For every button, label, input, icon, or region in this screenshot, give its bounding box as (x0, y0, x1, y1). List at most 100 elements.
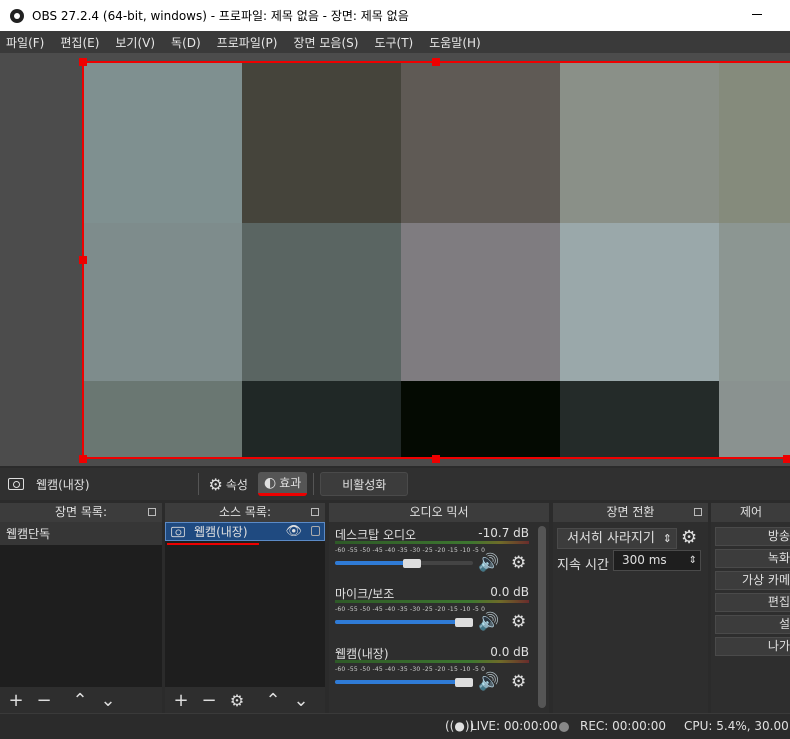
resize-handle[interactable] (79, 58, 87, 66)
scenes-title-text: 장면 목록: (54, 505, 108, 519)
float-dock-icon[interactable] (148, 508, 156, 516)
camera-icon (171, 526, 185, 537)
camera-pixel-block (401, 61, 560, 223)
source-list[interactable]: 웹캠(내장) 👁 (165, 522, 325, 687)
obs-logo-icon (10, 8, 24, 23)
eye-icon[interactable]: 👁 (285, 524, 302, 539)
menu-profile[interactable]: 프로파일(P) (217, 34, 278, 51)
add-source-button[interactable]: + (169, 689, 193, 711)
move-up-button[interactable]: ⌃ (68, 689, 92, 711)
properties-button[interactable]: ⚙ 속성 (203, 472, 254, 496)
camera-pixel-block (719, 223, 790, 381)
float-dock-icon[interactable] (311, 508, 319, 516)
float-dock-icon[interactable] (694, 508, 702, 516)
exit-button[interactable]: 나가 (715, 637, 790, 656)
duration-value: 300 ms (622, 553, 667, 567)
source-toolbar: 웹캠(내장) ⚙ 속성 ◐ 효과 비활성화 (0, 468, 790, 500)
remove-source-button[interactable]: − (197, 689, 221, 711)
mixer-title-text: 오디오 믹서 (409, 505, 469, 519)
add-scene-button[interactable]: + (4, 689, 28, 711)
channel-level: 0.0 dB (490, 645, 529, 659)
resize-handle[interactable] (79, 455, 87, 463)
start-streaming-button[interactable]: 방송 (715, 527, 790, 546)
resize-handle[interactable] (79, 256, 87, 264)
menu-edit[interactable]: 편집(E) (60, 34, 99, 51)
gear-icon[interactable]: ⚙ (511, 553, 526, 573)
resize-handle[interactable] (432, 455, 440, 463)
camera-icon (8, 478, 24, 490)
move-up-button[interactable]: ⌃ (261, 689, 285, 711)
window-title: OBS 27.2.4 (64-bit, windows) - 프로파일: 제목 … (32, 9, 409, 23)
gear-icon[interactable]: ⚙ (511, 672, 526, 692)
camera-pixel-block (560, 381, 719, 459)
duration-label: 지속 시간 (557, 558, 609, 573)
speaker-icon[interactable]: 🔊 (478, 672, 499, 692)
transition-settings-gear-icon[interactable]: ⚙ (681, 527, 697, 548)
mixer-channel-mic: 마이크/보조 0.0 dB -60 -55 -50 -45 -40 -35 -3… (333, 585, 529, 643)
remove-scene-button[interactable]: − (32, 689, 56, 711)
menu-bar: 파일(F) 편집(E) 보기(V) 독(D) 프로파일(P) 장면 모음(S) … (0, 31, 790, 53)
mixer-title: 오디오 믹서 (329, 503, 549, 522)
scenes-footer: + − ⌃ ⌄ (0, 687, 162, 713)
filters-button[interactable]: ◐ 효과 (257, 472, 308, 496)
filters-icon: ◐ (263, 474, 277, 491)
source-properties-gear-icon[interactable]: ⚙ (225, 689, 249, 711)
webcam-image[interactable] (82, 61, 790, 459)
spin-arrows-icon[interactable]: ⇕ (689, 551, 697, 570)
virtual-camera-button[interactable]: 가상 카메 (715, 571, 790, 590)
camera-pixel-block (401, 381, 560, 459)
lock-icon[interactable] (311, 526, 320, 536)
studio-mode-button[interactable]: 편집 (715, 593, 790, 612)
mixer-scrollbar[interactable] (538, 526, 546, 708)
move-down-button[interactable]: ⌄ (96, 689, 120, 711)
deactivate-button[interactable]: 비활성화 (320, 472, 409, 496)
volume-fill (335, 680, 464, 684)
camera-pixel-block (719, 381, 790, 459)
menu-help[interactable]: 도움말(H) (429, 34, 481, 51)
rec-icon (559, 722, 569, 732)
volume-fill (335, 620, 464, 624)
title-bar: OBS 27.2.4 (64-bit, windows) - 프로파일: 제목 … (0, 0, 790, 31)
audio-mixer-dock: 오디오 믹서 데스크탑 오디오 -10.7 dB -60 -55 -50 -45… (329, 503, 549, 713)
camera-pixel-block (560, 223, 719, 381)
speaker-icon[interactable]: 🔊 (478, 612, 499, 632)
meter-scale: -60 -55 -50 -45 -40 -35 -30 -25 -20 -15 … (335, 606, 486, 613)
resize-handle[interactable] (432, 58, 440, 66)
volume-knob[interactable] (455, 678, 473, 687)
volume-knob[interactable] (455, 618, 473, 627)
menu-view[interactable]: 보기(V) (115, 34, 155, 51)
volume-fill (335, 561, 412, 565)
transition-select[interactable]: 서서히 사라지기 ⇕ (557, 528, 677, 549)
source-item-label: 웹캠(내장) (194, 525, 248, 539)
menu-tools[interactable]: 도구(T) (374, 34, 413, 51)
move-down-button[interactable]: ⌄ (289, 689, 313, 711)
preview-area[interactable] (0, 53, 790, 466)
minimize-icon[interactable] (752, 14, 762, 15)
scene-item[interactable]: 웹캠단독 (0, 522, 162, 545)
source-item[interactable]: 웹캠(내장) 👁 (165, 522, 325, 541)
menu-file[interactable]: 파일(F) (6, 34, 44, 51)
transition-type: 서서히 사라지기 (567, 531, 655, 546)
camera-pixel-block (242, 381, 401, 459)
meter-scale: -60 -55 -50 -45 -40 -35 -30 -25 -20 -15 … (335, 666, 486, 673)
resize-handle[interactable] (783, 455, 790, 463)
channel-level: -10.7 dB (478, 526, 529, 540)
speaker-icon[interactable]: 🔊 (478, 553, 499, 573)
mixer-list: 데스크탑 오디오 -10.7 dB -60 -55 -50 -45 -40 -3… (329, 522, 549, 712)
settings-button[interactable]: 설 (715, 615, 790, 634)
deactivate-label: 비활성화 (342, 477, 387, 492)
sources-footer: + − ⚙ ⌃ ⌄ (165, 687, 325, 713)
camera-pixel-block (719, 61, 790, 223)
start-recording-button[interactable]: 녹화 (715, 549, 790, 568)
camera-pixel-block (82, 61, 242, 223)
controls-title-text: 제어 (739, 505, 763, 519)
duration-input[interactable]: 300 ms ⇕ (613, 550, 701, 571)
scene-list[interactable]: 웹캠단독 (0, 522, 162, 687)
source-underline (167, 543, 259, 545)
sources-title: 소스 목록: (165, 503, 325, 522)
menu-scene-collection[interactable]: 장면 모음(S) (293, 34, 358, 51)
gear-icon[interactable]: ⚙ (511, 612, 526, 632)
menu-docks[interactable]: 독(D) (171, 34, 201, 51)
volume-knob[interactable] (403, 559, 421, 568)
status-bar: ((●)) LIVE: 00:00:00 REC: 00:00:00 CPU: … (0, 713, 790, 739)
